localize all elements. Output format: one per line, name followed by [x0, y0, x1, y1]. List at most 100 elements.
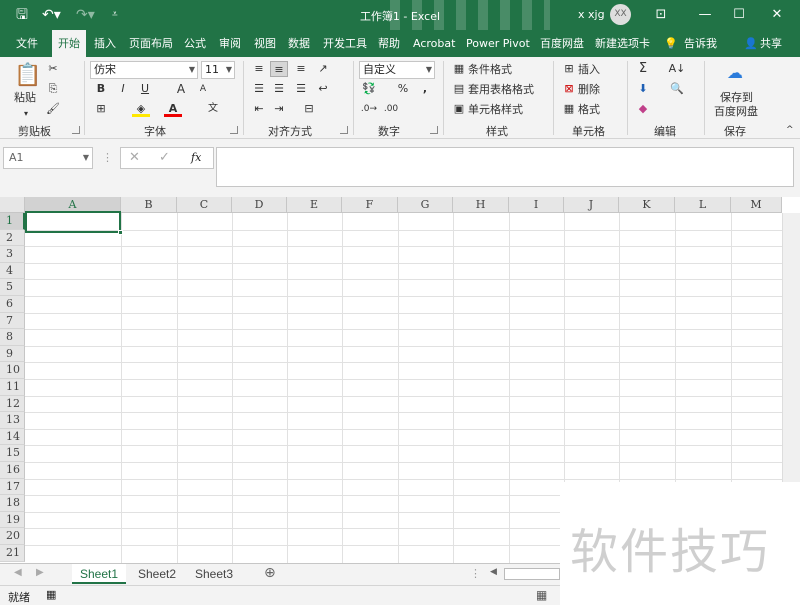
- select-all-corner[interactable]: [0, 197, 25, 213]
- row-header[interactable]: 17: [0, 478, 25, 496]
- row-header[interactable]: 2: [0, 229, 25, 247]
- close-icon[interactable]: ✕: [766, 4, 788, 26]
- comma-style-icon[interactable]: ,: [416, 81, 434, 97]
- horizontal-scrollbar[interactable]: [504, 568, 560, 580]
- column-header[interactable]: I: [509, 197, 564, 213]
- name-box[interactable]: A1 ▼: [3, 147, 93, 169]
- row-header[interactable]: 15: [0, 445, 25, 462]
- column-header[interactable]: L: [675, 197, 731, 213]
- tab-page-layout[interactable]: 页面布局: [129, 30, 173, 57]
- accounting-format-icon[interactable]: 💱: [360, 81, 378, 97]
- tab-view[interactable]: 视图: [254, 30, 276, 57]
- maximize-icon[interactable]: ☐: [728, 4, 750, 26]
- italic-icon[interactable]: I: [114, 81, 132, 97]
- tab-review[interactable]: 审阅: [219, 30, 241, 57]
- column-header[interactable]: D: [232, 197, 287, 213]
- collapse-ribbon-icon[interactable]: ^: [786, 123, 794, 137]
- row-header[interactable]: 6: [0, 296, 25, 313]
- row-header[interactable]: 4: [0, 262, 25, 280]
- cancel-icon[interactable]: ✕: [129, 150, 140, 165]
- scroll-left-icon[interactable]: ◀: [14, 567, 22, 578]
- row-header[interactable]: 5: [0, 279, 25, 296]
- column-header[interactable]: E: [287, 197, 342, 213]
- column-header[interactable]: M: [731, 197, 782, 213]
- clipboard-launcher-icon[interactable]: [72, 126, 80, 134]
- copy-icon[interactable]: ⎘: [44, 81, 62, 97]
- font-color-icon[interactable]: A: [164, 101, 182, 117]
- formula-input[interactable]: [216, 147, 794, 187]
- font-launcher-icon[interactable]: [230, 126, 238, 134]
- tab-file[interactable]: 文件: [16, 30, 38, 57]
- decrease-decimal-icon[interactable]: .00: [382, 101, 400, 117]
- font-size-combo[interactable]: 11 ▼: [201, 61, 235, 79]
- number-format-combo[interactable]: 自定义 ▼: [359, 61, 435, 79]
- font-name-combo[interactable]: 仿宋 ▼: [90, 61, 198, 79]
- row-header[interactable]: 3: [0, 246, 25, 263]
- active-cell-a1[interactable]: [25, 211, 123, 235]
- row-header[interactable]: 1: [0, 213, 25, 230]
- column-header[interactable]: H: [453, 197, 509, 213]
- fill-icon[interactable]: ⬇: [634, 81, 652, 97]
- cell-styles-button[interactable]: 单元格样式: [468, 103, 523, 117]
- user-name[interactable]: x xjg: [578, 8, 605, 21]
- column-header[interactable]: J: [564, 197, 619, 213]
- row-header[interactable]: 8: [0, 329, 25, 346]
- row-header[interactable]: 12: [0, 395, 25, 413]
- format-painter-icon[interactable]: 🖌: [44, 101, 62, 117]
- underline-icon[interactable]: U: [136, 81, 154, 97]
- row-header[interactable]: 21: [0, 545, 25, 562]
- row-header[interactable]: 11: [0, 379, 25, 396]
- decrease-indent-icon[interactable]: ⇤: [250, 101, 268, 117]
- tab-power-pivot[interactable]: Power Pivot: [466, 30, 530, 57]
- tab-new-tab[interactable]: 新建选项卡: [595, 30, 650, 57]
- paste-icon[interactable]: 📋: [14, 63, 41, 89]
- column-header[interactable]: B: [121, 197, 177, 213]
- row-header[interactable]: 18: [0, 495, 25, 512]
- tab-insert[interactable]: 插入: [94, 30, 116, 57]
- add-sheet-icon[interactable]: ⊕: [264, 565, 276, 581]
- align-middle-icon[interactable]: ≡: [270, 61, 288, 77]
- format-cells-button[interactable]: 格式: [578, 103, 600, 117]
- row-header[interactable]: 14: [0, 428, 25, 446]
- column-header[interactable]: C: [177, 197, 232, 213]
- alignment-launcher-icon[interactable]: [340, 126, 348, 134]
- fill-color-icon[interactable]: ◈: [132, 101, 150, 117]
- align-top-icon[interactable]: ≡: [250, 61, 268, 77]
- ribbon-display-options-icon[interactable]: ⊡: [650, 4, 672, 26]
- insert-cells-button[interactable]: 插入: [578, 63, 600, 77]
- tab-acrobat[interactable]: Acrobat: [413, 30, 455, 57]
- normal-view-icon[interactable]: ▦: [536, 588, 547, 602]
- align-right-icon[interactable]: ☰: [292, 81, 310, 97]
- enter-icon[interactable]: ✓: [159, 150, 170, 165]
- borders-icon[interactable]: ⊞: [92, 101, 110, 117]
- save-to-baidu-line1[interactable]: 保存到: [720, 91, 753, 105]
- tab-home[interactable]: 开始: [52, 30, 86, 57]
- row-header[interactable]: 16: [0, 462, 25, 479]
- avatar[interactable]: XX: [610, 4, 631, 25]
- column-header[interactable]: F: [342, 197, 398, 213]
- align-center-icon[interactable]: ☰: [270, 81, 288, 97]
- share-button[interactable]: 共享: [760, 30, 782, 57]
- sheet-tab-sheet1[interactable]: Sheet1: [72, 564, 126, 584]
- column-header[interactable]: K: [619, 197, 675, 213]
- autosum-icon[interactable]: Σ: [634, 61, 652, 77]
- row-header[interactable]: 9: [0, 345, 25, 363]
- phonetic-guide-icon[interactable]: 文: [204, 101, 222, 117]
- merge-center-icon[interactable]: ⊟: [300, 101, 318, 117]
- column-header[interactable]: G: [398, 197, 453, 213]
- insert-function-icon[interactable]: fx: [191, 151, 201, 164]
- percent-icon[interactable]: %: [394, 81, 412, 97]
- format-as-table-button[interactable]: 套用表格格式: [468, 83, 534, 97]
- shrink-font-icon[interactable]: A: [194, 81, 212, 97]
- macro-record-icon[interactable]: ▦: [46, 588, 56, 601]
- tab-formulas[interactable]: 公式: [184, 30, 206, 57]
- number-launcher-icon[interactable]: [430, 126, 438, 134]
- increase-decimal-icon[interactable]: .0→: [360, 101, 378, 117]
- paste-dropdown-icon[interactable]: ▾: [24, 107, 28, 121]
- find-select-icon[interactable]: 🔍: [668, 81, 686, 97]
- row-header[interactable]: 13: [0, 412, 25, 429]
- scroll-right-icon[interactable]: ▶: [36, 567, 44, 578]
- wrap-text-icon[interactable]: ↩: [314, 81, 332, 97]
- bold-icon[interactable]: B: [92, 81, 110, 97]
- delete-cells-button[interactable]: 删除: [578, 83, 600, 97]
